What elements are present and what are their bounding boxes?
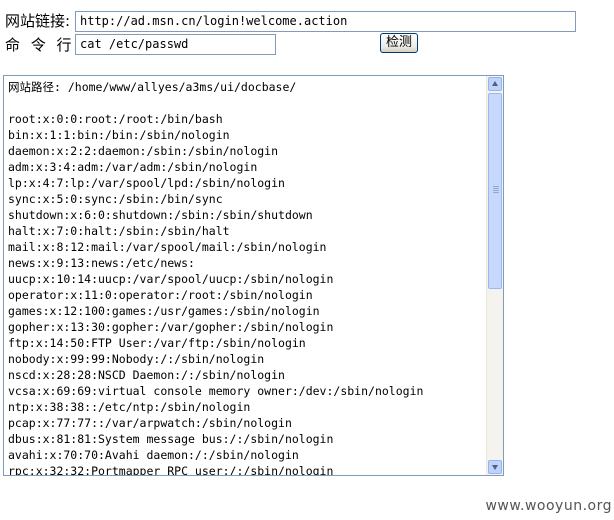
output-line: avahi:x:70:70:Avahi daemon:/:/sbin/nolog… <box>8 448 299 462</box>
output-text: 网站路径: /home/www/allyes/a3ms/ui/docbase/r… <box>8 79 485 475</box>
scroll-up-button[interactable] <box>488 77 502 91</box>
output-scrollbar[interactable] <box>486 76 503 475</box>
command-label: 命 令 行: <box>5 36 83 54</box>
grip-icon <box>493 186 499 194</box>
output-line: games:x:12:100:games:/usr/games:/sbin/no… <box>8 304 320 318</box>
output-line: ntp:x:38:38::/etc/ntp:/sbin/nologin <box>8 400 251 414</box>
output-line: shutdown:x:6:0:shutdown:/sbin:/sbin/shut… <box>8 208 313 222</box>
output-line: daemon:x:2:2:daemon:/sbin:/sbin/nologin <box>8 144 279 158</box>
arrow-down-icon <box>492 465 498 470</box>
output-line: vcsa:x:69:69:virtual console memory owne… <box>8 384 424 398</box>
output-line: dbus:x:81:81:System message bus:/:/sbin/… <box>8 432 334 446</box>
command-input[interactable]: cat /etc/passwd <box>75 34 276 55</box>
output-line: nscd:x:28:28:NSCD Daemon:/:/sbin/nologin <box>8 368 285 382</box>
output-line: mail:x:8:12:mail:/var/spool/mail:/sbin/n… <box>8 240 327 254</box>
output-line: rpc:x:32:32:Portmapper RPC user:/:/sbin/… <box>8 464 334 475</box>
detect-button[interactable]: 检测 <box>380 33 418 53</box>
scroll-thumb[interactable] <box>488 93 502 289</box>
output-line: halt:x:7:0:halt:/sbin:/sbin/halt <box>8 224 230 238</box>
scroll-down-button[interactable] <box>488 460 502 474</box>
output-line: news:x:9:13:news:/etc/news: <box>8 256 195 270</box>
output-line: bin:x:1:1:bin:/bin:/sbin/nologin <box>8 128 230 142</box>
output-line: operator:x:11:0:operator:/root:/sbin/nol… <box>8 288 313 302</box>
output-line: ftp:x:14:50:FTP User:/var/ftp:/sbin/nolo… <box>8 336 306 350</box>
output-line: nobody:x:99:99:Nobody:/:/sbin/nologin <box>8 352 265 366</box>
watermark: www.wooyun.org <box>485 498 612 514</box>
url-label: 网站链接: <box>5 12 71 30</box>
output-textarea[interactable]: 网站路径: /home/www/allyes/a3ms/ui/docbase/r… <box>3 75 504 476</box>
output-line: pcap:x:77:77::/var/arpwatch:/sbin/nologi… <box>8 416 292 430</box>
output-line: 网站路径: /home/www/allyes/a3ms/ui/docbase/ <box>8 80 297 94</box>
output-line: sync:x:5:0:sync:/sbin:/bin/sync <box>8 192 223 206</box>
output-line: root:x:0:0:root:/root:/bin/bash <box>8 112 223 126</box>
output-line: lp:x:4:7:lp:/var/spool/lpd:/sbin/nologin <box>8 176 285 190</box>
arrow-up-icon <box>492 81 498 86</box>
url-input[interactable]: http://ad.msn.cn/login!welcome.action <box>75 11 576 32</box>
output-line: uucp:x:10:14:uucp:/var/spool/uucp:/sbin/… <box>8 272 334 286</box>
output-line: gopher:x:13:30:gopher:/var/gopher:/sbin/… <box>8 320 334 334</box>
output-line: adm:x:3:4:adm:/var/adm:/sbin/nologin <box>8 160 258 174</box>
